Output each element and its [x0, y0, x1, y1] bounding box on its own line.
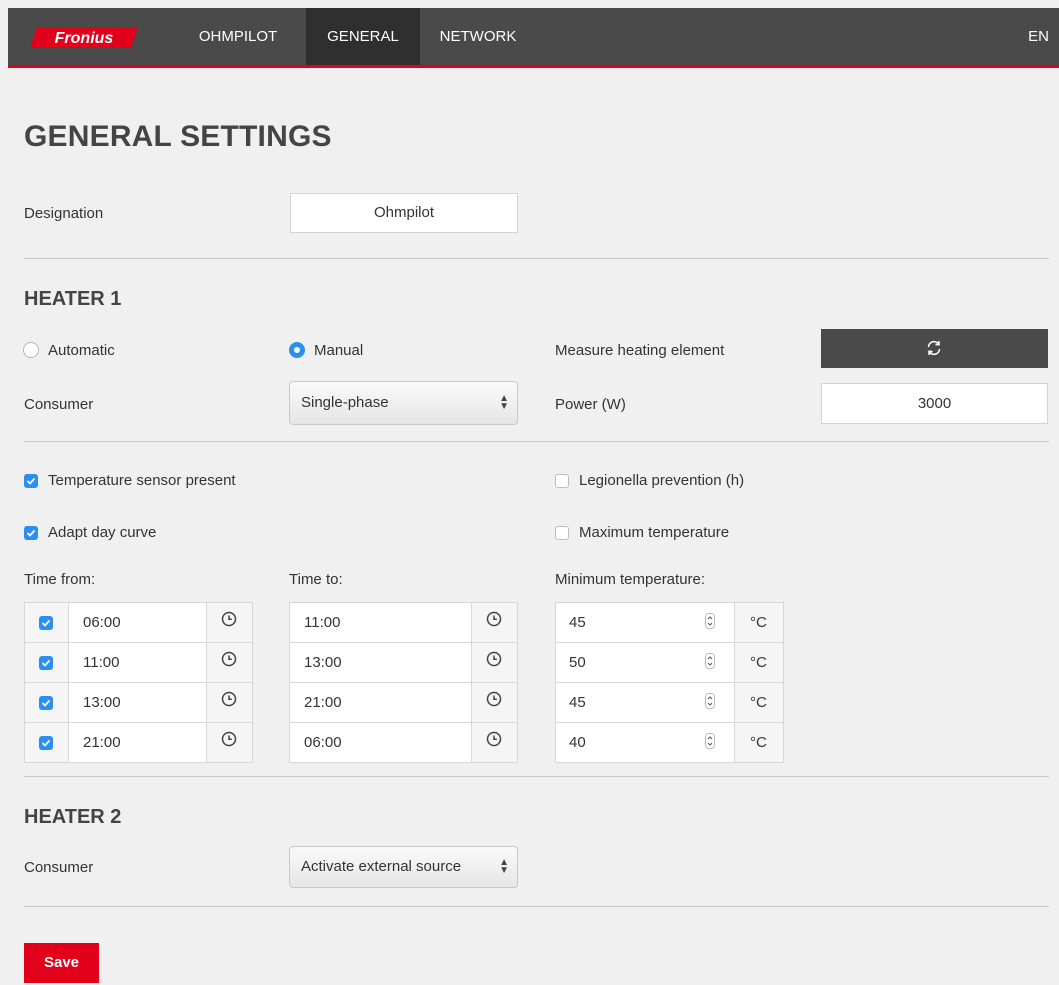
spinner-icon[interactable]: [705, 613, 715, 629]
divider: [24, 258, 1049, 259]
page-title: GENERAL SETTINGS: [24, 120, 332, 153]
divider: [24, 906, 1049, 907]
clock-icon: [486, 691, 502, 707]
time-from-value: 06:00: [83, 614, 121, 631]
radio-manual[interactable]: [289, 342, 305, 358]
designation-label: Designation: [24, 205, 104, 222]
consumer-select-value: Single-phase: [301, 394, 389, 411]
clock-icon: [221, 611, 237, 627]
time-to-value: 21:00: [304, 694, 342, 711]
min-temp-value: 45: [569, 614, 586, 631]
nav-general[interactable]: GENERAL: [306, 8, 420, 65]
svg-text:Fronius: Fronius: [55, 30, 114, 47]
time-from-label: Time from:: [24, 571, 96, 588]
adapt-day-curve-checkbox[interactable]: [24, 526, 38, 540]
fronius-logo[interactable]: Fronius: [28, 24, 140, 51]
adapt-day-curve-label: Adapt day curve: [48, 524, 157, 541]
min-temp-value: 50: [569, 654, 586, 671]
time-from-value: 13:00: [83, 694, 121, 711]
designation-input[interactable]: Ohmpilot: [290, 193, 518, 233]
spinner-icon[interactable]: [705, 733, 715, 749]
temp-sensor-label: Temperature sensor present: [48, 472, 236, 489]
time-from-value: 11:00: [83, 654, 120, 671]
row-enable-checkbox[interactable]: [39, 736, 53, 750]
power-input[interactable]: 3000: [821, 383, 1048, 424]
time-from-value: 21:00: [83, 734, 121, 751]
select-arrows-icon: ▲ ▼: [499, 857, 509, 876]
checkmark-icon: [41, 659, 51, 667]
heater2-consumer-select-value: Activate external source: [301, 858, 462, 875]
checkmark-icon: [41, 699, 51, 707]
time-to-value: 13:00: [304, 654, 342, 671]
legionella-checkbox[interactable]: [555, 474, 569, 488]
unit-label: °C: [750, 614, 767, 631]
refresh-icon: [927, 340, 941, 356]
row-enable-checkbox[interactable]: [39, 696, 53, 710]
min-temp-value: 45: [569, 694, 586, 711]
divider: [24, 776, 1049, 777]
time-to-value: 11:00: [304, 614, 341, 631]
save-button[interactable]: Save: [24, 943, 99, 983]
nav-network[interactable]: NETWORK: [428, 8, 528, 65]
unit-label: °C: [750, 694, 767, 711]
heater2-consumer-select[interactable]: Activate external source ▲ ▼: [289, 846, 518, 888]
radio-automatic[interactable]: [23, 342, 39, 358]
clock-icon: [221, 731, 237, 747]
checkmark-icon: [26, 477, 36, 485]
clock-icon: [221, 691, 237, 707]
row-enable-checkbox[interactable]: [39, 616, 53, 630]
spinner-icon[interactable]: [705, 693, 715, 709]
spinner-icon[interactable]: [705, 653, 715, 669]
select-arrows-icon: ▲ ▼: [499, 393, 509, 412]
clock-icon: [486, 731, 502, 747]
checkmark-icon: [41, 739, 51, 747]
temp-sensor-checkbox[interactable]: [24, 474, 38, 488]
clock-icon: [221, 651, 237, 667]
time-to-label: Time to:: [289, 571, 343, 588]
measure-heating-element-label: Measure heating element: [555, 342, 725, 359]
row-enable-checkbox[interactable]: [39, 656, 53, 670]
checkmark-icon: [26, 529, 36, 537]
time-to-value: 06:00: [304, 734, 342, 751]
radio-automatic-label: Automatic: [48, 342, 115, 359]
unit-label: °C: [750, 734, 767, 751]
clock-icon: [486, 611, 502, 627]
max-temp-checkbox[interactable]: [555, 526, 569, 540]
max-temp-label: Maximum temperature: [579, 524, 730, 541]
checkmark-icon: [41, 619, 51, 627]
consumer-select[interactable]: Single-phase ▲ ▼: [289, 381, 518, 425]
language-selector[interactable]: EN: [1028, 8, 1049, 65]
nav-ohmpilot[interactable]: OHMPILOT: [188, 8, 288, 65]
legionella-label: Legionella prevention (h): [579, 472, 745, 489]
power-label: Power (W): [555, 396, 626, 413]
unit-label: °C: [750, 654, 767, 671]
divider: [24, 441, 1049, 442]
clock-icon: [486, 651, 502, 667]
heater1-title: HEATER 1: [24, 288, 122, 310]
radio-manual-label: Manual: [314, 342, 364, 359]
min-temp-label: Minimum temperature:: [555, 571, 706, 588]
min-temp-value: 40: [569, 734, 586, 751]
top-nav-bar: Fronius OHMPILOT GENERAL NETWORK EN: [8, 8, 1059, 68]
heater2-consumer-label: Consumer: [24, 859, 94, 876]
measure-button[interactable]: [821, 329, 1048, 368]
consumer-label: Consumer: [24, 396, 94, 413]
heater2-title: HEATER 2: [24, 806, 122, 828]
